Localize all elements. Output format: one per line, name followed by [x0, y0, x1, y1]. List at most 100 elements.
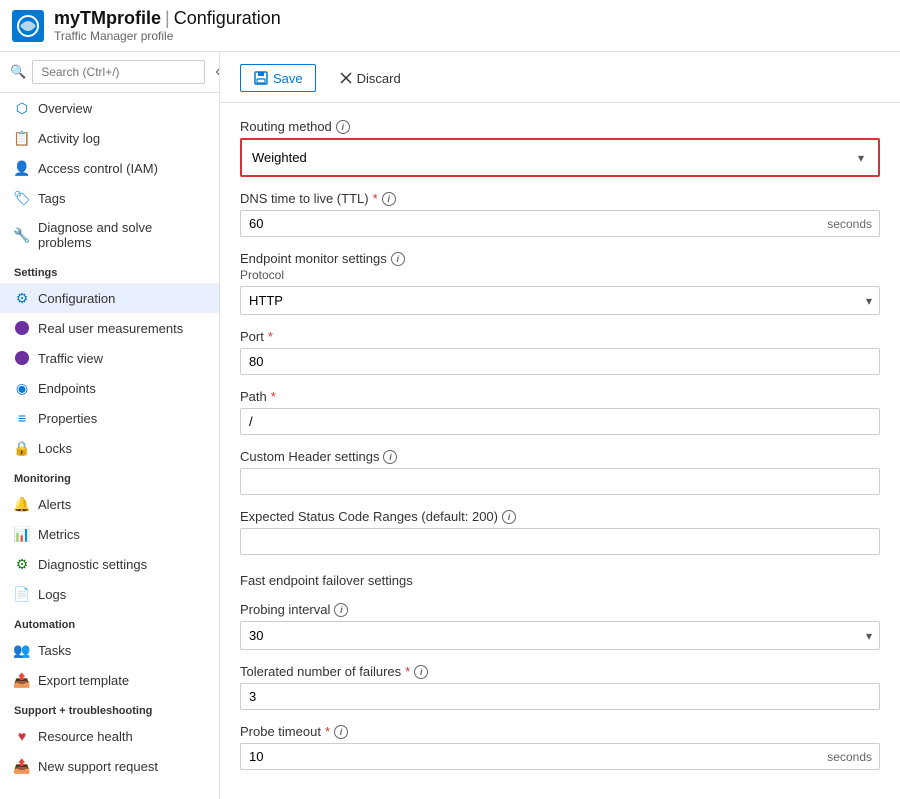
tolerated-failures-group: Tolerated number of failures * i 3	[240, 664, 880, 710]
logs-icon: 📄	[14, 586, 30, 602]
nav-item-real-user[interactable]: Real user measurements	[0, 313, 219, 343]
tolerated-failures-info-icon[interactable]: i	[414, 665, 428, 679]
probe-timeout-info-icon[interactable]: i	[334, 725, 348, 739]
toolbar: Save Discard	[220, 52, 900, 103]
probe-timeout-label: Probe timeout * i	[240, 724, 880, 739]
properties-icon: ≡	[14, 410, 30, 426]
export-icon: 📤	[14, 672, 30, 688]
port-input[interactable]: 80	[240, 348, 880, 375]
tolerated-failures-input[interactable]: 3	[240, 683, 880, 710]
fast-failover-title: Fast endpoint failover settings	[240, 573, 880, 588]
fast-failover-group: Fast endpoint failover settings	[240, 569, 880, 588]
collapse-button[interactable]: «	[211, 61, 220, 83]
probing-interval-select[interactable]: 30 10	[240, 621, 880, 650]
diagnose-icon: 🔧	[14, 227, 30, 243]
dns-ttl-input[interactable]: 60	[240, 210, 880, 237]
configuration-form: Routing method i Weighted Performance Pr…	[220, 103, 900, 786]
nav-item-export-template[interactable]: 📤 Export template	[0, 665, 219, 695]
health-icon: ♥	[14, 728, 30, 744]
tasks-icon: 👥	[14, 642, 30, 658]
nav-item-diagnose[interactable]: 🔧 Diagnose and solve problems	[0, 213, 219, 257]
endpoint-monitor-label: Endpoint monitor settings i	[240, 251, 880, 266]
port-label: Port *	[240, 329, 880, 344]
status-code-input[interactable]	[240, 528, 880, 555]
page-title: Configuration	[174, 8, 281, 29]
endpoint-monitor-info-icon[interactable]: i	[391, 252, 405, 266]
nav-item-access-control[interactable]: 👤 Access control (IAM)	[0, 153, 219, 183]
search-bar: 🔍 «	[0, 52, 219, 93]
probe-timeout-group: Probe timeout * i 10 seconds	[240, 724, 880, 770]
dns-ttl-label: DNS time to live (TTL) * i	[240, 191, 880, 206]
automation-section-title: Automation	[0, 609, 219, 635]
content-area: Save Discard Routing method i Weighted	[220, 52, 900, 799]
routing-method-select-wrapper: Weighted Performance Priority Geographic…	[240, 138, 880, 177]
routing-method-label: Routing method i	[240, 119, 880, 134]
activity-log-icon: 📋	[14, 130, 30, 146]
config-icon: ⚙	[14, 290, 30, 306]
nav-item-logs[interactable]: 📄 Logs	[0, 579, 219, 609]
traffic-icon	[14, 350, 30, 366]
search-input[interactable]	[32, 60, 205, 84]
routing-method-group: Routing method i Weighted Performance Pr…	[240, 119, 880, 177]
nav-item-configuration[interactable]: ⚙ Configuration	[0, 283, 219, 313]
nav-item-diagnostic[interactable]: ⚙ Diagnostic settings	[0, 549, 219, 579]
routing-method-info-icon[interactable]: i	[336, 120, 350, 134]
resource-name: myTMprofile	[54, 8, 161, 29]
protocol-select-wrapper: HTTP HTTPS TCP ▾	[240, 286, 880, 315]
path-label: Path *	[240, 389, 880, 404]
nav-item-traffic-view[interactable]: Traffic view	[0, 343, 219, 373]
dns-ttl-info-icon[interactable]: i	[382, 192, 396, 206]
overview-icon: ⬡	[14, 100, 30, 116]
protocol-select[interactable]: HTTP HTTPS TCP	[240, 286, 880, 315]
locks-icon: 🔒	[14, 440, 30, 456]
custom-header-info-icon[interactable]: i	[383, 450, 397, 464]
status-code-group: Expected Status Code Ranges (default: 20…	[240, 509, 880, 555]
discard-icon	[339, 71, 353, 85]
endpoint-monitor-group: Endpoint monitor settings i Protocol HTT…	[240, 251, 880, 315]
nav-item-endpoints[interactable]: ◉ Endpoints	[0, 373, 219, 403]
routing-method-select[interactable]: Weighted Performance Priority Geographic…	[248, 146, 872, 169]
save-icon	[253, 70, 269, 86]
title-separator: |	[165, 8, 170, 29]
status-code-label: Expected Status Code Ranges (default: 20…	[240, 509, 880, 524]
tags-icon: 🏷	[14, 190, 30, 206]
top-bar: myTMprofile | Configuration Traffic Mana…	[0, 0, 900, 52]
probing-interval-info-icon[interactable]: i	[334, 603, 348, 617]
nav-item-resource-health[interactable]: ♥ Resource health	[0, 721, 219, 751]
nav-item-tasks[interactable]: 👥 Tasks	[0, 635, 219, 665]
app-icon	[12, 10, 44, 42]
dns-ttl-group: DNS time to live (TTL) * i 60 seconds	[240, 191, 880, 237]
monitoring-section-title: Monitoring	[0, 463, 219, 489]
sidebar: 🔍 « ⬡ Overview 📋 Activity log 👤 Access c…	[0, 52, 220, 799]
nav-item-overview[interactable]: ⬡ Overview	[0, 93, 219, 123]
probing-interval-group: Probing interval i 30 10 ▾	[240, 602, 880, 650]
custom-header-input[interactable]	[240, 468, 880, 495]
resource-subtitle: Traffic Manager profile	[54, 29, 281, 43]
nav-item-properties[interactable]: ≡ Properties	[0, 403, 219, 433]
nav-item-locks[interactable]: 🔒 Locks	[0, 433, 219, 463]
endpoints-icon: ◉	[14, 380, 30, 396]
nav-item-activity-log[interactable]: 📋 Activity log	[0, 123, 219, 153]
nav-item-new-support[interactable]: 📤 New support request	[0, 751, 219, 781]
settings-section-title: Settings	[0, 257, 219, 283]
nav-item-tags[interactable]: 🏷 Tags	[0, 183, 219, 213]
nav-item-metrics[interactable]: 📊 Metrics	[0, 519, 219, 549]
path-input[interactable]: /	[240, 408, 880, 435]
tolerated-failures-label: Tolerated number of failures * i	[240, 664, 880, 679]
support-section-title: Support + troubleshooting	[0, 695, 219, 721]
probing-interval-label: Probing interval i	[240, 602, 880, 617]
custom-header-label: Custom Header settings i	[240, 449, 880, 464]
diagnostic-icon: ⚙	[14, 556, 30, 572]
protocol-sublabel: Protocol	[240, 268, 880, 282]
discard-button[interactable]: Discard	[326, 65, 414, 92]
save-button[interactable]: Save	[240, 64, 316, 92]
alerts-icon: 🔔	[14, 496, 30, 512]
nav-item-alerts[interactable]: 🔔 Alerts	[0, 489, 219, 519]
metrics-icon: 📊	[14, 526, 30, 542]
support-icon: 📤	[14, 758, 30, 774]
port-group: Port * 80	[240, 329, 880, 375]
probe-timeout-input[interactable]: 10	[240, 743, 880, 770]
iam-icon: 👤	[14, 160, 30, 176]
status-code-info-icon[interactable]: i	[502, 510, 516, 524]
path-group: Path * /	[240, 389, 880, 435]
